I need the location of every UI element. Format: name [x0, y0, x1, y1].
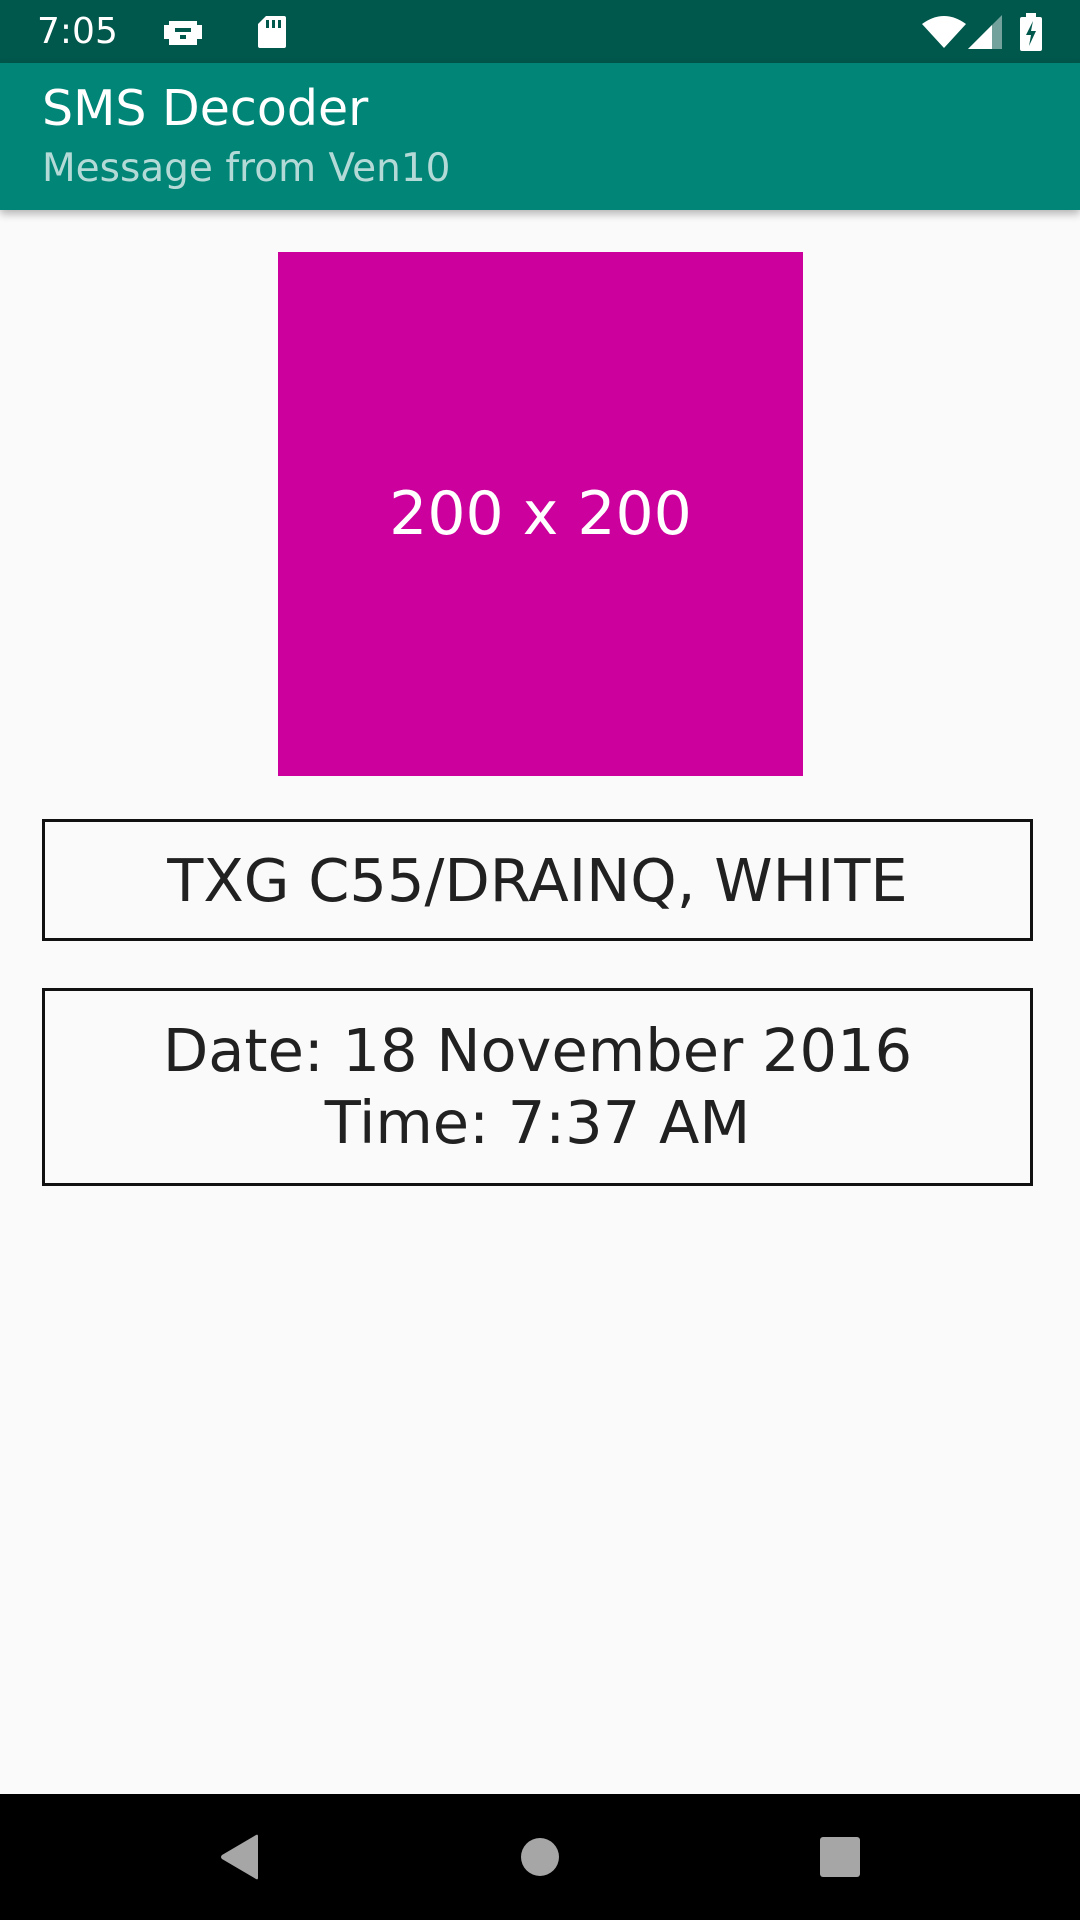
android-debug-icon	[163, 0, 203, 63]
app-subtitle: Message from Ven10	[42, 146, 451, 191]
message-date: Date: 18 November 2016	[162, 1016, 913, 1085]
back-icon[interactable]	[200, 1794, 280, 1920]
battery-charging-icon	[1020, 0, 1042, 63]
message-time: Time: 7:37 AM	[324, 1088, 751, 1157]
home-icon[interactable]	[500, 1794, 580, 1920]
status-time: 7:05	[37, 11, 118, 52]
signal-icon	[968, 0, 1002, 63]
decoded-message-box: TXG C55/DRAINQ, WHITE	[42, 819, 1033, 941]
placeholder-image-label: 200 x 200	[389, 479, 692, 549]
recents-icon[interactable]	[800, 1794, 880, 1920]
decoded-message-text: TXG C55/DRAINQ, WHITE	[167, 845, 908, 915]
message-detail-content: 200 x 200 TXG C55/DRAINQ, WHITE Date: 18…	[0, 210, 1080, 1794]
wifi-icon	[922, 0, 966, 63]
navigation-bar	[0, 1794, 1080, 1920]
datetime-box: Date: 18 November 2016 Time: 7:37 AM	[42, 988, 1033, 1186]
sd-card-icon	[258, 0, 286, 63]
status-bar: 7:05	[0, 0, 1080, 63]
app-bar: SMS Decoder Message from Ven10	[0, 63, 1080, 210]
app-title: SMS Decoder	[42, 80, 369, 137]
placeholder-image: 200 x 200	[278, 252, 803, 776]
